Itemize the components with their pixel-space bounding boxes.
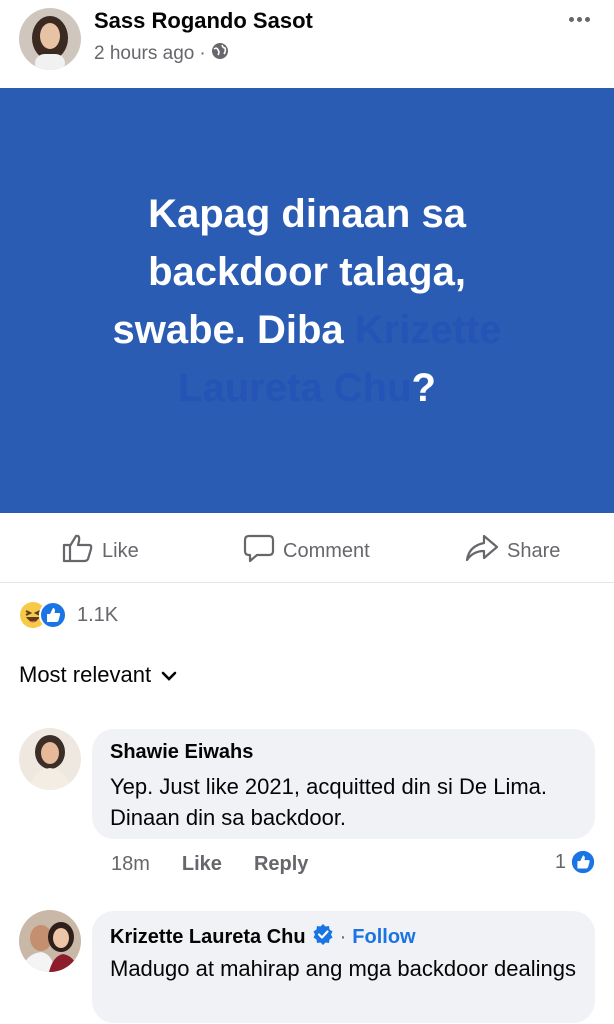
comment-bubble: Shawie Eiwahs Yep. Just like 2021, acqui… — [92, 729, 595, 839]
commenter-name[interactable]: Krizette Laureta Chu — [110, 926, 306, 949]
verified-badge-icon — [312, 923, 334, 951]
more-options-button[interactable] — [562, 6, 596, 32]
post-text-end: ? — [411, 365, 436, 410]
comment-like-button[interactable]: Like — [182, 853, 222, 876]
comment-reaction-number: 1 — [554, 850, 566, 873]
reaction-count: 1.1K — [77, 603, 119, 626]
comment-footer: 18m Like Reply — [111, 853, 308, 876]
post-action-bar: Like Comment Share — [0, 513, 614, 583]
comment-bubble-icon — [243, 533, 275, 569]
comment-label: Comment — [283, 539, 370, 562]
follow-button[interactable]: Follow — [352, 926, 415, 949]
post-meta: 2 hours ago · — [94, 42, 229, 66]
post-time[interactable]: 2 hours ago — [94, 43, 194, 65]
comment-sort-dropdown[interactable]: Most relevant — [19, 662, 177, 688]
post-text-card: Kapag dinaan sa backdoor talaga, swabe. … — [0, 88, 614, 513]
author-name[interactable]: Sass Rogando Sasot — [94, 8, 313, 34]
like-reaction-icon — [39, 601, 67, 629]
like-reaction-icon — [570, 849, 596, 875]
comment-header: Krizette Laureta Chu · Follow — [110, 923, 416, 951]
comment-time[interactable]: 18m — [111, 853, 150, 876]
like-button[interactable]: Like — [62, 533, 139, 569]
chevron-down-icon — [161, 662, 177, 688]
comment-reaction-count[interactable]: 1 — [555, 849, 596, 875]
comment-reply-button[interactable]: Reply — [254, 853, 308, 876]
share-arrow-icon — [465, 533, 499, 569]
meta-separator: · — [199, 43, 206, 64]
reaction-summary[interactable]: 1.1K — [19, 601, 118, 629]
post-header: Sass Rogando Sasot 2 hours ago · — [0, 0, 614, 88]
comment-text: Madugo at mahirap ang mga backdoor deali… — [110, 956, 576, 981]
globe-icon — [211, 42, 229, 66]
post-text: Kapag dinaan sa backdoor talaga, swabe. … — [87, 185, 527, 417]
reaction-icons — [19, 601, 71, 629]
more-horizontal-icon — [568, 16, 574, 22]
like-label: Like — [102, 539, 139, 562]
comment-button[interactable]: Comment — [243, 533, 370, 569]
author-avatar[interactable] — [19, 8, 81, 70]
thumbs-up-icon — [62, 533, 94, 569]
share-label: Share — [507, 539, 561, 562]
share-button[interactable]: Share — [465, 533, 560, 569]
commenter-avatar[interactable] — [19, 728, 81, 790]
sort-label: Most relevant — [19, 662, 152, 687]
name-separator: · — [339, 925, 347, 948]
commenter-name[interactable]: Shawie Eiwahs — [110, 741, 253, 764]
comment-text: Yep. Just like 2021, acquitted din si De… — [110, 774, 548, 830]
commenter-avatar[interactable] — [19, 910, 81, 972]
comment-bubble: Krizette Laureta Chu · Follow Madugo at … — [92, 911, 595, 1023]
